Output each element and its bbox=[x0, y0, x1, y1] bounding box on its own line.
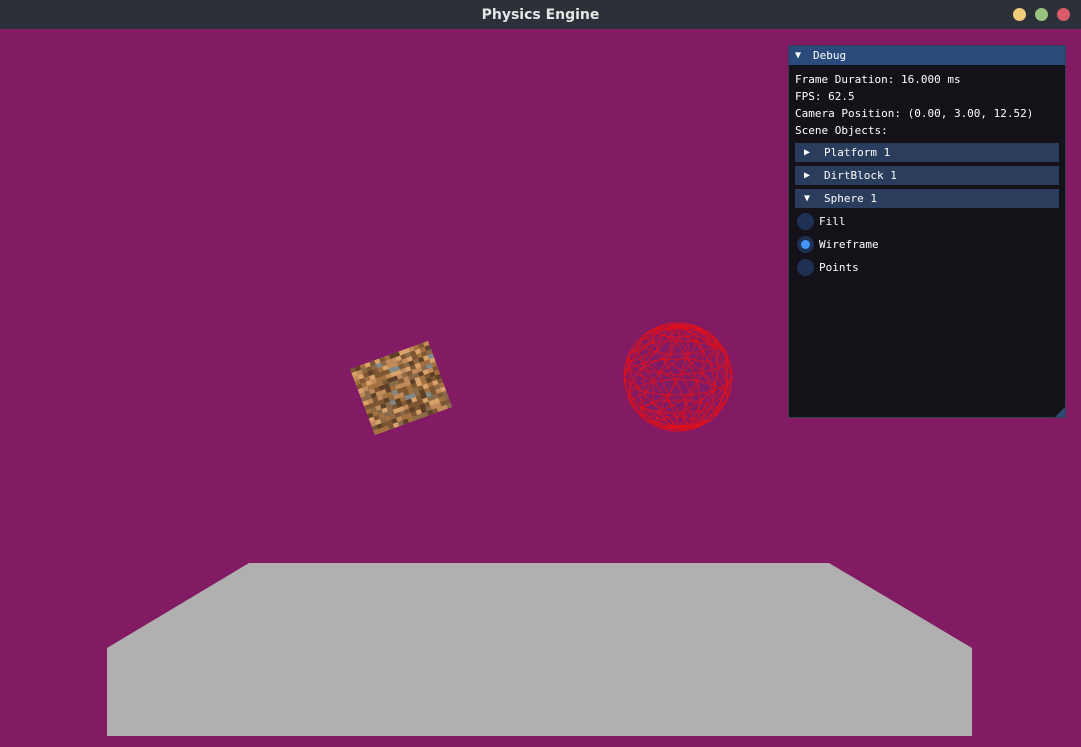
tree-node-label: DirtBlock 1 bbox=[824, 169, 897, 182]
radio-label: Points bbox=[819, 261, 859, 274]
radio-button[interactable] bbox=[797, 213, 814, 230]
maximize-button[interactable] bbox=[1035, 8, 1048, 21]
expand-arrow-icon: ▶ bbox=[804, 170, 811, 181]
debug-window-title: Debug bbox=[813, 49, 847, 62]
fps-text: FPS: 62.5 bbox=[795, 90, 855, 103]
radio-button[interactable] bbox=[797, 236, 814, 253]
tree-node-sphere-1[interactable]: ▼ Sphere 1 bbox=[795, 189, 1059, 208]
debug-window-titlebar[interactable]: ▼ Debug bbox=[789, 46, 1065, 65]
resize-grip-icon[interactable] bbox=[1055, 407, 1065, 417]
camera-position-text: Camera Position: (0.00, 3.00, 12.52) bbox=[795, 107, 1034, 120]
tree-node-platform-1[interactable]: ▶ Platform 1 bbox=[795, 143, 1059, 162]
close-button[interactable] bbox=[1057, 8, 1070, 21]
tree-node-label: Sphere 1 bbox=[824, 192, 877, 205]
minimize-button[interactable] bbox=[1013, 8, 1026, 21]
window-title: Physics Engine bbox=[481, 6, 600, 23]
tree-node-dirtblock-1[interactable]: ▶ DirtBlock 1 bbox=[795, 166, 1059, 185]
frame-duration-text: Frame Duration: 16.000 ms bbox=[795, 73, 961, 86]
window-titlebar[interactable]: Physics Engine bbox=[0, 0, 1081, 29]
render-mode-wireframe[interactable]: Wireframe bbox=[795, 233, 1059, 256]
radio-button[interactable] bbox=[797, 259, 814, 276]
expand-arrow-icon: ▶ bbox=[804, 147, 811, 158]
collapse-arrow-icon: ▼ bbox=[804, 193, 811, 204]
render-mode-points[interactable]: Points bbox=[795, 256, 1059, 279]
debug-window[interactable]: ▼ Debug Frame Duration: 16.000 ms FPS: 6… bbox=[788, 45, 1066, 418]
platform-object bbox=[107, 563, 972, 736]
tree-node-label: Platform 1 bbox=[824, 146, 891, 159]
sphere-edge bbox=[669, 336, 680, 338]
radio-label: Wireframe bbox=[819, 238, 879, 251]
radio-label: Fill bbox=[819, 215, 846, 228]
sphere-edge bbox=[725, 352, 727, 369]
scene-objects-label: Scene Objects: bbox=[795, 124, 888, 137]
collapse-arrow-icon[interactable]: ▼ bbox=[795, 50, 813, 61]
render-mode-fill[interactable]: Fill bbox=[795, 210, 1059, 233]
